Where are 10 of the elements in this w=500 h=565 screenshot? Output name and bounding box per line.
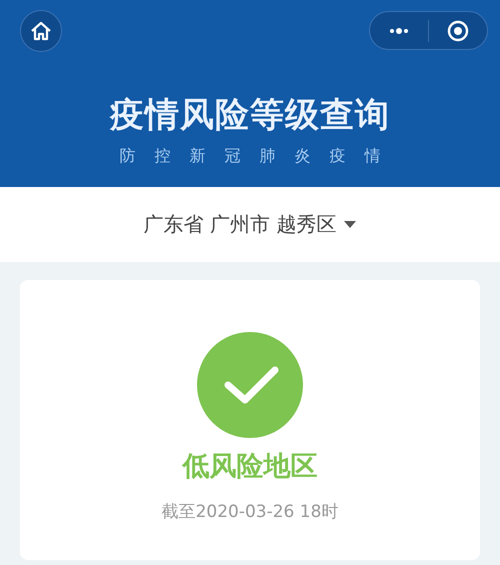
home-button[interactable] xyxy=(20,10,62,52)
location-dropdown[interactable]: 广东省 广州市 越秀区 xyxy=(140,207,360,242)
home-icon xyxy=(30,20,52,40)
target-icon xyxy=(447,20,469,42)
update-time: 截至2020-03-26 18时 xyxy=(162,501,338,523)
risk-level-label: 低风险地区 xyxy=(182,450,318,484)
more-icon xyxy=(389,26,409,34)
page-subtitle: 防控新冠肺炎疫情 xyxy=(118,146,400,167)
page-title: 疫情风险等级查询 xyxy=(110,94,390,137)
caret-icon xyxy=(344,221,356,228)
